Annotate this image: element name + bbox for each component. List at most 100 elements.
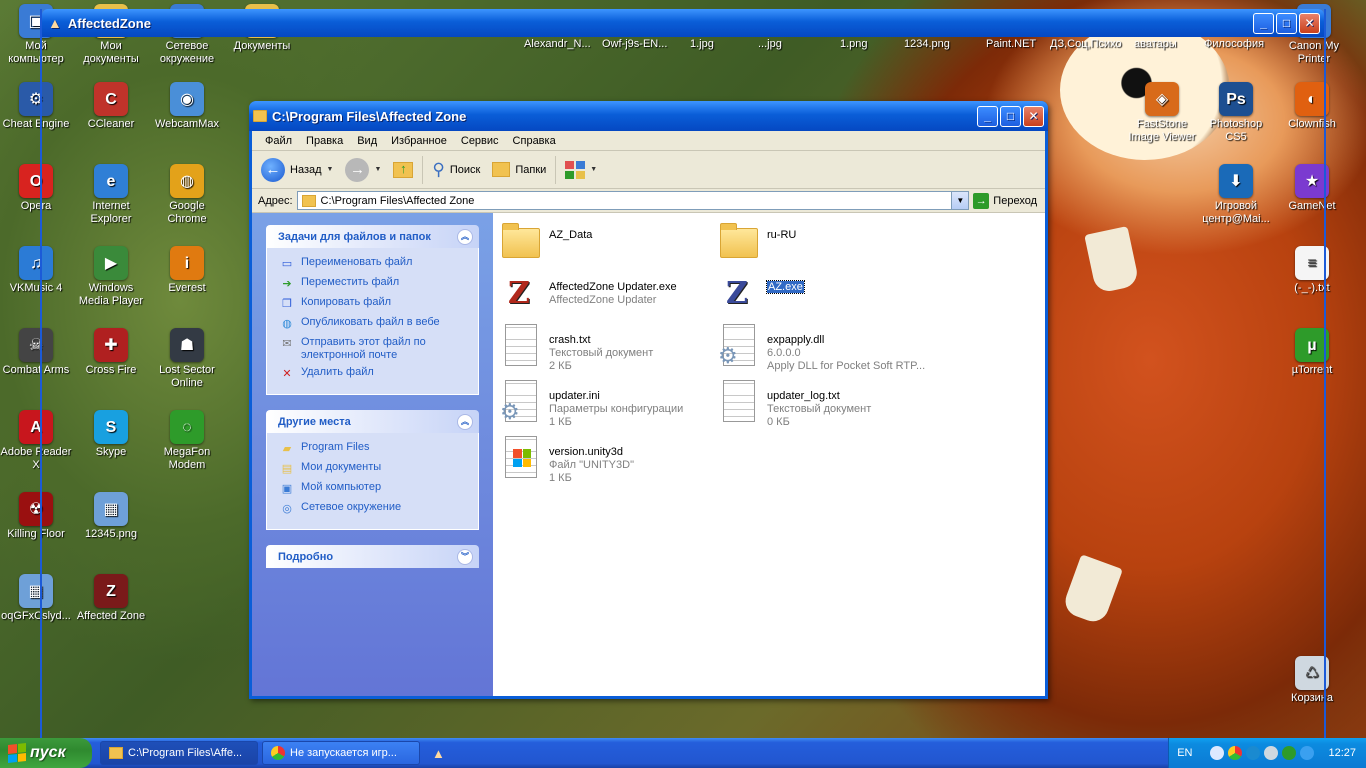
minimize-button[interactable]: _ <box>977 105 998 127</box>
file-item[interactable]: crash.txt Текстовый документ 2 КБ <box>499 324 709 373</box>
close-button[interactable]: ✕ <box>1299 12 1320 34</box>
go-button[interactable]: → Переход <box>973 192 1041 209</box>
chevron-down-icon[interactable]: ▼ <box>374 166 381 173</box>
taskbar-button[interactable]: C:\Program Files\Affe... <box>100 741 258 765</box>
explorer-window[interactable]: C:\Program Files\Affected Zone _ □ ✕ Фай… <box>249 101 1048 699</box>
tasks-item[interactable]: ▭ Переименовать файл <box>279 256 470 272</box>
tasks-item[interactable]: ✕ Удалить файл <box>279 366 470 382</box>
affected-zone-tray-icon[interactable]: ▲ <box>432 746 445 761</box>
tasks-panel-title: Задачи для файлов и папок <box>278 230 431 243</box>
file-detail: 1 КБ <box>549 472 572 484</box>
task-buttons: C:\Program Files\Affe... Не запускается и… <box>96 741 420 765</box>
menu-item[interactable]: Вид <box>350 135 384 147</box>
mail-icon: ✉ <box>282 337 292 350</box>
close-button[interactable]: ✕ <box>1023 105 1044 127</box>
rename-icon: ▭ <box>281 257 293 270</box>
update-icon[interactable] <box>1300 746 1315 760</box>
chevron-down-icon[interactable]: ▼ <box>590 166 597 173</box>
file-item[interactable]: updater_log.txt Текстовый документ 0 КБ <box>717 380 927 429</box>
tasks-panel-header[interactable]: Задачи для файлов и папок ︽ <box>266 225 479 248</box>
up-folder-button[interactable]: ↑ <box>390 160 416 180</box>
volume-icon[interactable] <box>1264 746 1279 760</box>
menu-item[interactable]: Файл <box>258 135 299 147</box>
tasks-item[interactable]: ❐ Копировать файл <box>279 296 470 312</box>
file-detail: Файл "UNITY3D" <box>549 459 634 471</box>
maximize-button[interactable]: □ <box>1000 105 1021 127</box>
details-panel: Подробно ︾ <box>266 545 479 568</box>
menu-item[interactable]: Справка <box>506 135 563 147</box>
places-item[interactable]: ▰ Program Files <box>279 441 470 457</box>
minimize-button[interactable]: _ <box>1253 12 1274 34</box>
places-item[interactable]: ▣ Мой компьютер <box>279 481 470 497</box>
maximize-button[interactable]: □ <box>1276 12 1297 34</box>
file-detail: 6.0.0.0 <box>767 347 801 359</box>
window-title: C:\Program Files\Affected Zone <box>272 108 467 124</box>
chevron-down-icon[interactable]: ▼ <box>327 166 334 173</box>
back-button[interactable]: ← Назад ▼ <box>258 156 336 184</box>
affected-zone-updater-icon: Z <box>508 275 530 311</box>
file-name: ru-RU <box>767 229 797 241</box>
file-name: crash.txt <box>549 334 591 346</box>
panel-item-label: Program Files <box>301 441 370 453</box>
chrome-icon[interactable] <box>1228 746 1243 760</box>
places-panel-header[interactable]: Другие места ︽ <box>266 410 479 433</box>
windows-logo-icon <box>8 743 26 763</box>
search-button[interactable]: ⚲ Поиск <box>429 158 483 182</box>
file-text: version.unity3d Файл "UNITY3D" 1 КБ <box>549 436 634 485</box>
panel-item-label: Переименовать файл <box>301 256 413 268</box>
back-label: Назад <box>290 163 322 176</box>
affected-zone-icon: Z <box>726 275 748 311</box>
file-item[interactable]: ru-RU <box>717 219 927 267</box>
folders-button[interactable]: Папки <box>489 160 549 179</box>
windows-file-icon <box>499 436 543 484</box>
menu-item[interactable]: Избранное <box>384 135 454 147</box>
menu-item[interactable]: Правка <box>299 135 350 147</box>
places-item[interactable]: ◎ Сетевое окружение <box>279 501 470 517</box>
start-button[interactable]: пуск <box>0 738 92 768</box>
file-text: updater.ini Параметры конфигурации 1 КБ <box>549 380 683 429</box>
forward-button[interactable]: → ▼ <box>342 156 384 184</box>
details-panel-header[interactable]: Подробно ︾ <box>266 545 479 568</box>
places-item[interactable]: ▤ Мои документы <box>279 461 470 477</box>
collapse-chevron-icon[interactable]: ︽ <box>457 413 473 430</box>
forward-arrow-icon: → <box>345 157 370 182</box>
tasks-item[interactable]: ➔ Переместить файл <box>279 276 470 292</box>
file-item[interactable]: updater.iniПараметры конфигурации1 КБ <box>499 380 709 429</box>
file-item[interactable]: Z AZ.exe <box>717 271 927 319</box>
settings-file-icon <box>499 380 543 428</box>
info-icon[interactable] <box>1246 746 1261 760</box>
network-icon[interactable] <box>1282 746 1297 760</box>
panel-item-label: Копировать файл <box>301 296 392 308</box>
panel-item-label: Опубликовать файл в вебе <box>301 316 440 328</box>
file-item[interactable]: version.unity3d Файл "UNITY3D" 1 КБ <box>499 436 709 485</box>
views-button[interactable]: ▼ <box>562 159 600 181</box>
affectedzone-title: AffectedZone <box>67 15 151 31</box>
file-item[interactable]: expapply.dll6.0.0.0Apply DLL for Pocket … <box>717 324 927 373</box>
search-label: Поиск <box>449 163 481 176</box>
taskbar-button[interactable]: Не запускается игр... <box>262 741 420 765</box>
file-name: AZ.exe <box>766 280 805 294</box>
file-item[interactable]: AZ_Data <box>499 219 709 267</box>
text-document-icon <box>717 380 761 428</box>
address-input[interactable]: C:\Program Files\Affected Zone ▼ <box>296 191 970 210</box>
collapse-chevron-icon[interactable]: ︽ <box>457 228 473 245</box>
folder-icon <box>109 747 123 759</box>
folders-icon <box>492 162 511 177</box>
tasks-item[interactable]: ✉ Отправить этот файл по электронной почт… <box>279 336 470 362</box>
file-detail: Apply DLL for Pocket Soft RTP... <box>767 360 926 372</box>
back-arrow-icon[interactable] <box>1210 746 1225 760</box>
explorer-titlebar[interactable]: C:\Program Files\Affected Zone _ □ ✕ <box>249 101 1048 131</box>
file-text: ru-RU <box>767 219 796 267</box>
file-detail: 0 КБ <box>767 416 790 428</box>
menu-item[interactable]: Сервис <box>454 135 506 147</box>
folder-icon <box>253 110 267 122</box>
file-name: version.unity3d <box>549 446 623 458</box>
tasks-item[interactable]: ◍ Опубликовать файл в вебе <box>279 316 470 332</box>
network-icon: ◎ <box>282 502 292 515</box>
language-indicator[interactable]: EN <box>1177 747 1192 759</box>
expand-chevron-icon[interactable]: ︾ <box>457 548 473 565</box>
text-document-icon <box>499 324 543 372</box>
file-item[interactable]: Z AffectedZone Updater.exe AffectedZone Up… <box>499 271 709 319</box>
chevron-down-icon[interactable]: ▼ <box>951 192 969 209</box>
affectedzone-titlebar[interactable]: ▲ AffectedZone _ □ ✕ <box>42 9 1324 37</box>
